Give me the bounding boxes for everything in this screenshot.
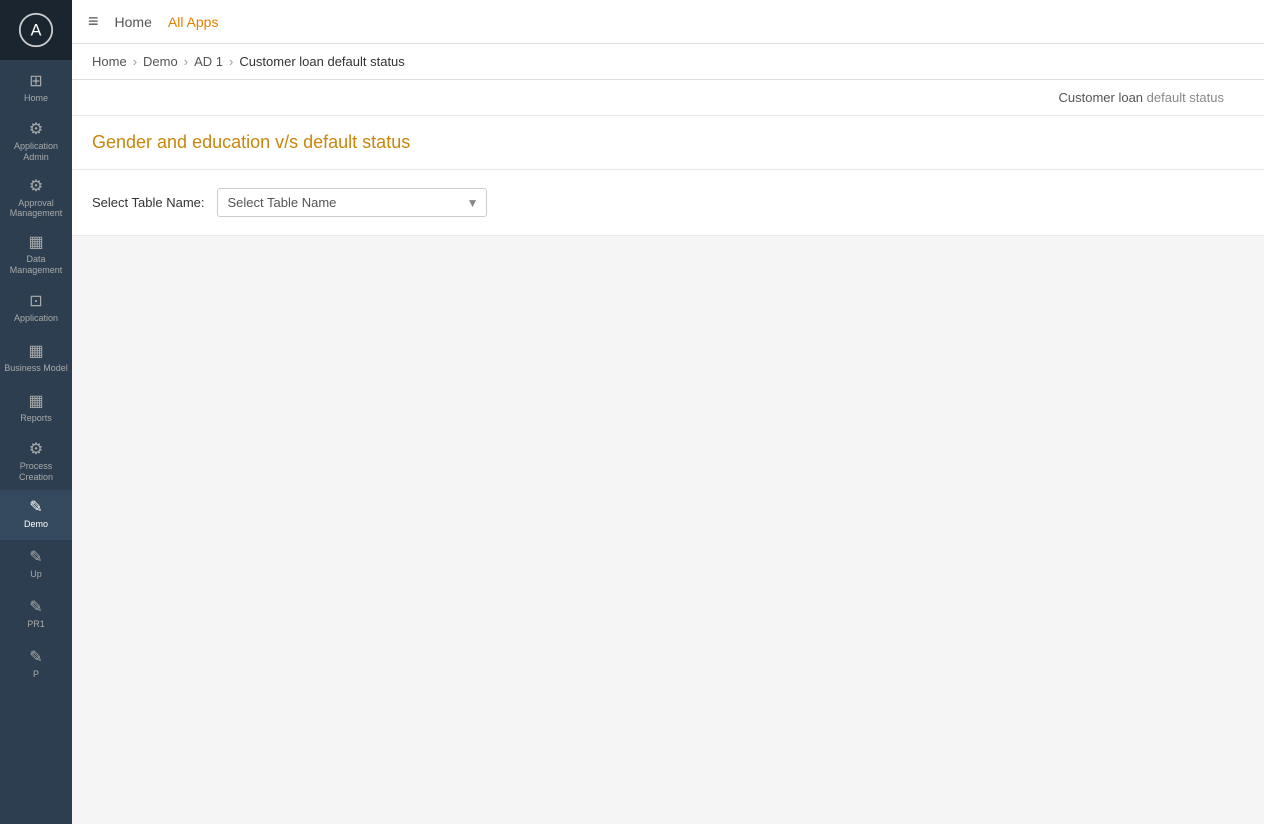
business-model-icon: ▦ <box>28 344 43 360</box>
sidebar: A ⊞ Home ⚙ Application Admin ⚙ Approval … <box>0 0 72 824</box>
page-title: Gender and education v/s default status <box>92 132 1244 153</box>
breadcrumb-home[interactable]: Home <box>92 54 127 69</box>
sidebar-label-process-creation: Process Creation <box>4 461 68 483</box>
content-area: Customer loan default status Gender and … <box>72 80 1264 824</box>
svg-text:A: A <box>31 21 42 39</box>
p-icon: ✎ <box>29 650 42 666</box>
sidebar-item-approval-management[interactable]: ⚙ Approval Management <box>0 171 72 228</box>
main-content: ≡ Home All Apps Home › Demo › AD 1 › Cus… <box>72 0 1264 824</box>
select-table-name[interactable]: Select Table Name <box>217 188 487 217</box>
pr1-icon: ✎ <box>29 600 42 616</box>
sidebar-item-p[interactable]: ✎ P <box>0 640 72 690</box>
breadcrumb-current: Customer loan default status <box>239 54 404 69</box>
process-creation-icon: ⚙ <box>29 442 43 458</box>
breadcrumb-sep-1: › <box>133 54 137 69</box>
filter-label: Select Table Name: <box>92 195 205 210</box>
filter-bar: Select Table Name: Select Table Name ▼ <box>72 170 1264 236</box>
content-header: Customer loan default status <box>72 80 1264 116</box>
content-header-text-highlight: Customer loan <box>1059 90 1144 105</box>
content-header-text-suffix: default status <box>1143 90 1224 105</box>
sidebar-item-home[interactable]: ⊞ Home <box>0 64 72 114</box>
sidebar-item-application[interactable]: ⊡ Application <box>0 284 72 334</box>
sidebar-label-demo: Demo <box>24 519 48 530</box>
home-icon: ⊞ <box>29 74 42 90</box>
data-management-icon: ▦ <box>28 235 43 251</box>
application-admin-icon: ⚙ <box>29 122 43 138</box>
up-icon: ✎ <box>29 550 42 566</box>
sidebar-label-up: Up <box>30 569 42 580</box>
sidebar-item-business-model[interactable]: ▦ Business Model <box>0 334 72 384</box>
select-table-name-wrapper: Select Table Name ▼ <box>217 188 487 217</box>
application-icon: ⊡ <box>29 294 42 310</box>
sidebar-label-application: Application <box>14 313 58 324</box>
sidebar-item-demo[interactable]: ✎ Demo <box>0 490 72 540</box>
sidebar-item-process-creation[interactable]: ⚙ Process Creation <box>0 434 72 491</box>
sidebar-label-approval-management: Approval Management <box>4 198 68 220</box>
sidebar-item-pr1[interactable]: ✎ PR1 <box>0 590 72 640</box>
approval-management-icon: ⚙ <box>29 179 43 195</box>
sidebar-logo: A <box>0 0 72 60</box>
sidebar-label-business-model: Business Model <box>4 363 68 374</box>
sidebar-label-pr1: PR1 <box>27 619 45 630</box>
sidebar-item-data-management[interactable]: ▦ Data Management <box>0 227 72 284</box>
page-title-bar: Gender and education v/s default status <box>72 116 1264 170</box>
breadcrumb-sep-3: › <box>229 54 233 69</box>
sidebar-nav: ⊞ Home ⚙ Application Admin ⚙ Approval Ma… <box>0 60 72 690</box>
breadcrumb-ad1[interactable]: AD 1 <box>194 54 223 69</box>
breadcrumb: Home › Demo › AD 1 › Customer loan defau… <box>72 44 1264 80</box>
sidebar-label-data-management: Data Management <box>4 254 68 276</box>
breadcrumb-sep-2: › <box>184 54 188 69</box>
sidebar-label-p: P <box>33 669 39 680</box>
menu-icon[interactable]: ≡ <box>88 11 99 32</box>
empty-content-area <box>72 236 1264 824</box>
reports-icon: ▦ <box>28 394 43 410</box>
sidebar-item-up[interactable]: ✎ Up <box>0 540 72 590</box>
content-header-link: Customer loan default status <box>1059 90 1225 105</box>
sidebar-item-reports[interactable]: ▦ Reports <box>0 384 72 434</box>
sidebar-item-application-admin[interactable]: ⚙ Application Admin <box>0 114 72 171</box>
sidebar-label-home: Home <box>24 93 48 104</box>
topbar-home-link[interactable]: Home <box>115 14 152 30</box>
sidebar-label-application-admin: Application Admin <box>4 141 68 163</box>
topbar-all-apps-link[interactable]: All Apps <box>168 14 219 30</box>
topbar: ≡ Home All Apps <box>72 0 1264 44</box>
breadcrumb-demo[interactable]: Demo <box>143 54 178 69</box>
demo-icon: ✎ <box>29 500 42 516</box>
app-logo-icon: A <box>18 12 54 48</box>
sidebar-label-reports: Reports <box>20 413 52 424</box>
